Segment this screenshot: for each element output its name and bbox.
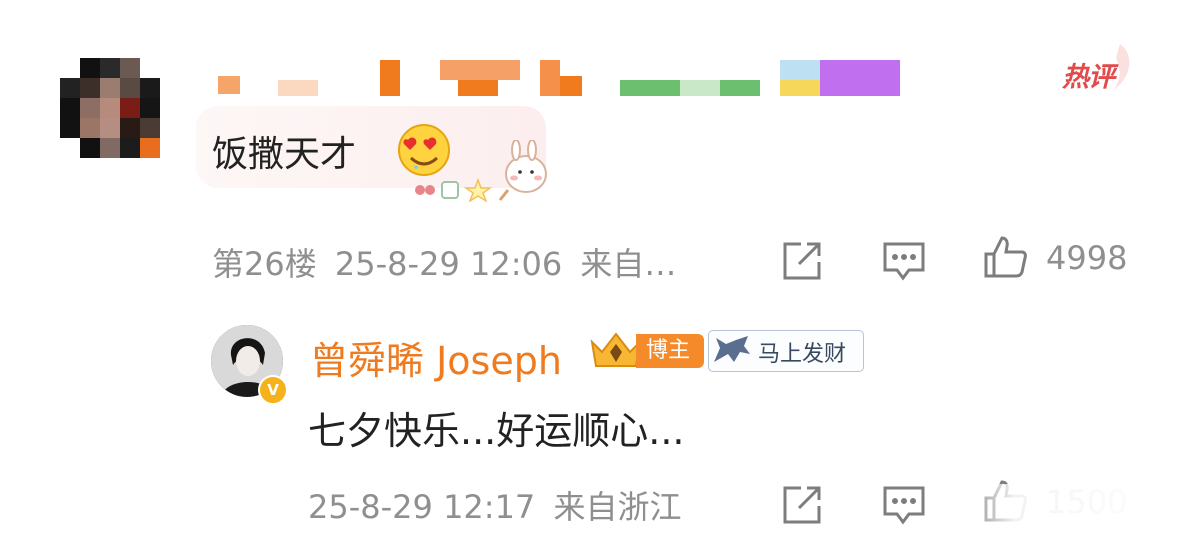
reply-text: 七夕快乐...好运顺心... bbox=[308, 409, 685, 453]
fortune-medal-label: 马上发财 bbox=[758, 342, 847, 367]
commenter-avatar-pixelated[interactable] bbox=[60, 58, 180, 180]
reply-share-icon[interactable] bbox=[779, 482, 825, 528]
reply-location: 来自浙江 bbox=[553, 488, 682, 526]
hot-comment-label: 热评 bbox=[1062, 62, 1115, 93]
comment-timestamp: 25-8-29 12:06 bbox=[334, 245, 563, 283]
reply-meta: 25-8-29 12:17 来自浙江 bbox=[308, 482, 681, 528]
author-badge: 博主 bbox=[636, 334, 705, 368]
commenter-name-pixelated[interactable] bbox=[218, 60, 908, 100]
decoration-stickers-icon bbox=[408, 139, 558, 203]
horse-icon bbox=[710, 332, 754, 368]
comment-icon[interactable] bbox=[881, 238, 927, 284]
like-icon[interactable] bbox=[982, 234, 1028, 280]
comment-location: 来自… bbox=[580, 245, 677, 283]
blogger-name[interactable]: 曾舜晞 Joseph bbox=[310, 330, 562, 385]
verified-badge-icon: V bbox=[258, 375, 288, 405]
reply-comment-icon[interactable] bbox=[881, 482, 927, 528]
like-count: 4998 bbox=[1046, 239, 1128, 277]
comment-meta: 第26楼 25-8-29 12:06 来自… bbox=[212, 239, 676, 285]
comment-text: 饭撒天才 bbox=[212, 134, 357, 175]
floor-number: 第26楼 bbox=[212, 245, 317, 283]
reply-timestamp: 25-8-29 12:17 bbox=[308, 488, 536, 526]
share-icon[interactable] bbox=[779, 238, 825, 284]
watermark-overlay bbox=[960, 484, 1179, 542]
